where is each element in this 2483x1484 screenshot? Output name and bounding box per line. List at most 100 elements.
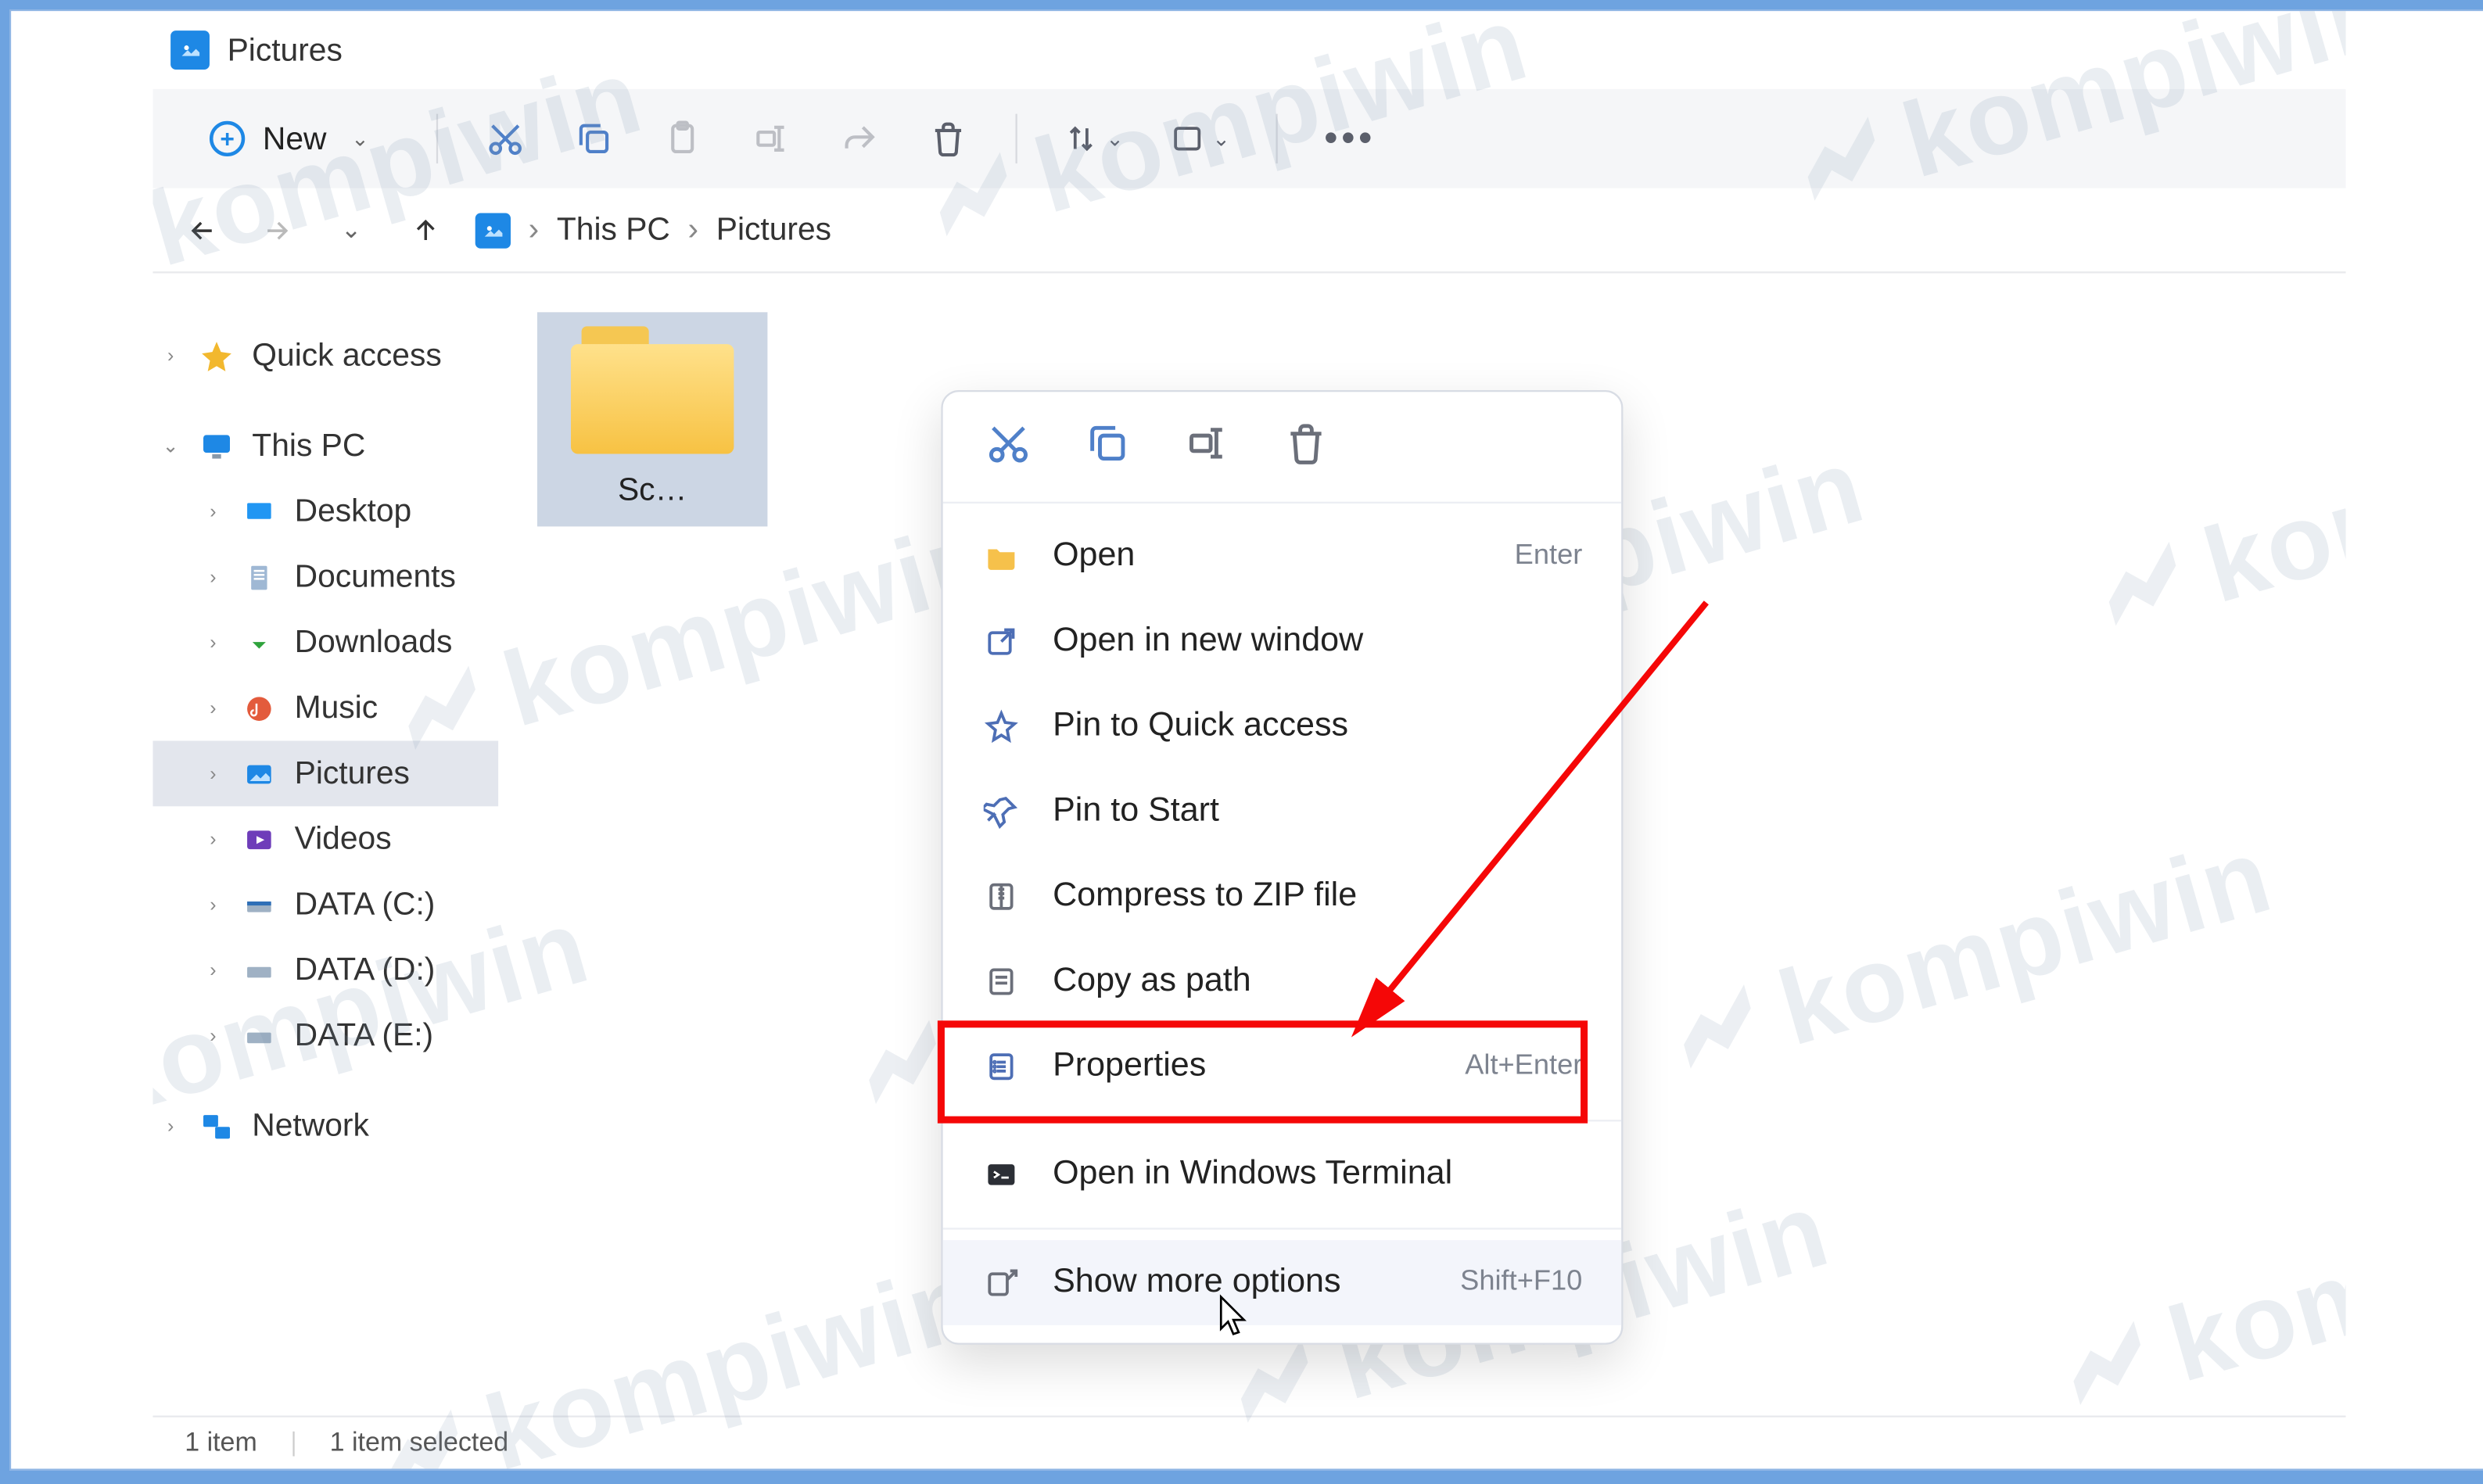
drive-icon bbox=[242, 952, 277, 988]
menu-item-pin-start[interactable]: Pin to Start bbox=[943, 769, 1621, 855]
sidebar-item-pictures[interactable]: › Pictures bbox=[152, 740, 498, 806]
menu-item-properties[interactable]: Properties Alt+Enter bbox=[943, 1024, 1621, 1109]
menu-item-open[interactable]: Open Enter bbox=[943, 514, 1621, 600]
breadcrumb[interactable]: › This PC › Pictures bbox=[475, 211, 831, 249]
context-menu: Open Enter Open in new window Pin to Qui… bbox=[941, 390, 1623, 1345]
desktop-icon bbox=[242, 493, 277, 529]
chevron-right-icon: › bbox=[203, 763, 224, 784]
documents-icon bbox=[242, 559, 277, 594]
more-button[interactable]: ••• bbox=[1324, 116, 1376, 162]
breadcrumb-this-pc[interactable]: This PC bbox=[557, 211, 670, 249]
copy-icon[interactable] bbox=[572, 117, 615, 160]
sidebar-label: DATA (C:) bbox=[295, 886, 436, 923]
menu-item-accelerator: Enter bbox=[1515, 541, 1583, 573]
sidebar-item-downloads[interactable]: › Downloads bbox=[152, 610, 498, 676]
sidebar-item-videos[interactable]: › Videos bbox=[152, 806, 498, 872]
left-gutter bbox=[11, 11, 152, 1468]
delete-icon[interactable] bbox=[1283, 420, 1329, 466]
folder-item-selected[interactable]: Sc… bbox=[537, 312, 767, 526]
drive-icon bbox=[242, 1018, 277, 1053]
rename-icon[interactable] bbox=[1184, 420, 1230, 466]
menu-item-pin-quick-access[interactable]: Pin to Quick access bbox=[943, 684, 1621, 769]
menu-item-accelerator: Shift+F10 bbox=[1460, 1267, 1582, 1299]
chevron-right-icon: › bbox=[203, 501, 224, 522]
chevron-down-icon: ⌄ bbox=[351, 126, 369, 151]
sort-button[interactable]: ⌄ bbox=[1064, 121, 1124, 156]
forward-button bbox=[259, 212, 294, 247]
chevron-right-icon: › bbox=[160, 345, 181, 366]
delete-icon[interactable] bbox=[927, 117, 969, 160]
sidebar-label: Documents bbox=[295, 558, 456, 596]
chevron-right-icon: › bbox=[203, 959, 224, 980]
sidebar-label: Pictures bbox=[295, 755, 410, 793]
sidebar-item-desktop[interactable]: › Desktop bbox=[152, 479, 498, 544]
open-external-icon bbox=[981, 622, 1021, 661]
sidebar-label: Downloads bbox=[295, 624, 453, 661]
chevron-right-icon: › bbox=[203, 697, 224, 719]
sidebar-item-network[interactable]: › Network bbox=[152, 1093, 498, 1159]
breadcrumb-pictures[interactable]: Pictures bbox=[716, 211, 831, 249]
chevron-right-icon: › bbox=[203, 829, 224, 850]
menu-item-accelerator: Alt+Enter bbox=[1465, 1051, 1582, 1083]
copy-path-icon bbox=[981, 962, 1021, 1002]
menu-item-label: Pin to Quick access bbox=[1053, 707, 1582, 746]
new-button-label: New bbox=[263, 120, 327, 158]
menu-item-label: Open in Windows Terminal bbox=[1053, 1155, 1582, 1194]
terminal-icon bbox=[981, 1155, 1021, 1194]
sidebar-label: DATA (D:) bbox=[295, 952, 436, 989]
folder-label: Sc… bbox=[618, 471, 687, 509]
menu-item-open-terminal[interactable]: Open in Windows Terminal bbox=[943, 1132, 1621, 1217]
sidebar-item-drive-c[interactable]: › DATA (C:) bbox=[152, 872, 498, 937]
menu-item-label: Open in new window bbox=[1053, 622, 1582, 661]
content-pane[interactable]: Sc… Open Enter bbox=[498, 273, 2345, 1415]
monitor-icon bbox=[199, 428, 234, 464]
music-icon bbox=[242, 690, 277, 726]
toolbar-separator bbox=[1276, 114, 1278, 163]
menu-item-copy-as-path[interactable]: Copy as path bbox=[943, 939, 1621, 1024]
sidebar-item-this-pc[interactable]: ⌄ This PC bbox=[152, 413, 498, 479]
breadcrumb-separator: › bbox=[529, 211, 540, 249]
command-bar: + New ⌄ ⌄ ⌄ ••• bbox=[152, 89, 2345, 188]
sidebar-item-drive-d[interactable]: › DATA (D:) bbox=[152, 937, 498, 1003]
star-icon bbox=[199, 338, 234, 373]
menu-item-show-more-options[interactable]: Show more options Shift+F10 bbox=[943, 1240, 1621, 1325]
menu-item-open-new-window[interactable]: Open in new window bbox=[943, 599, 1621, 684]
back-button[interactable] bbox=[185, 212, 220, 247]
sidebar-item-documents[interactable]: › Documents bbox=[152, 544, 498, 610]
menu-item-label: Pin to Start bbox=[1053, 792, 1582, 831]
network-icon bbox=[199, 1108, 234, 1143]
sidebar-item-music[interactable]: › Music bbox=[152, 676, 498, 741]
pin-icon bbox=[981, 792, 1021, 831]
context-menu-icon-row bbox=[943, 410, 1621, 491]
copy-icon[interactable] bbox=[1085, 420, 1131, 466]
menu-item-compress-zip[interactable]: Compress to ZIP file bbox=[943, 854, 1621, 939]
sidebar-label: Network bbox=[252, 1107, 369, 1145]
nav-arrows: ⌄ bbox=[185, 212, 443, 247]
rename-icon bbox=[750, 117, 792, 160]
sidebar-item-quick-access[interactable]: › Quick access bbox=[152, 323, 498, 389]
cut-icon[interactable] bbox=[484, 117, 526, 160]
sidebar-label: This PC bbox=[252, 428, 365, 465]
folder-icon bbox=[571, 326, 734, 453]
plus-circle-icon: + bbox=[210, 121, 245, 156]
drive-icon bbox=[242, 887, 277, 922]
status-separator bbox=[292, 1431, 294, 1456]
menu-item-label: Open bbox=[1053, 537, 1483, 576]
view-button[interactable]: ⌄ bbox=[1170, 121, 1230, 156]
title-bar: Pictures bbox=[152, 11, 2345, 89]
recent-locations-button[interactable]: ⌄ bbox=[333, 212, 368, 247]
new-button[interactable]: + New ⌄ bbox=[188, 109, 390, 168]
menu-separator bbox=[943, 1120, 1621, 1121]
cut-icon[interactable] bbox=[985, 420, 1032, 466]
toolbar-separator bbox=[1016, 114, 1017, 163]
up-button[interactable] bbox=[408, 212, 443, 247]
toolbar-separator bbox=[436, 114, 438, 163]
chevron-right-icon: › bbox=[203, 566, 224, 587]
paste-icon bbox=[662, 117, 704, 160]
explorer-body: › Quick access ⌄ This PC › Desktop › bbox=[152, 273, 2345, 1415]
menu-item-label: Properties bbox=[1053, 1047, 1433, 1086]
chevron-right-icon: › bbox=[160, 1115, 181, 1136]
status-selected-count: 1 item selected bbox=[330, 1428, 509, 1458]
sidebar-item-drive-e[interactable]: › DATA (E:) bbox=[152, 1003, 498, 1069]
pictures-icon bbox=[475, 212, 511, 247]
